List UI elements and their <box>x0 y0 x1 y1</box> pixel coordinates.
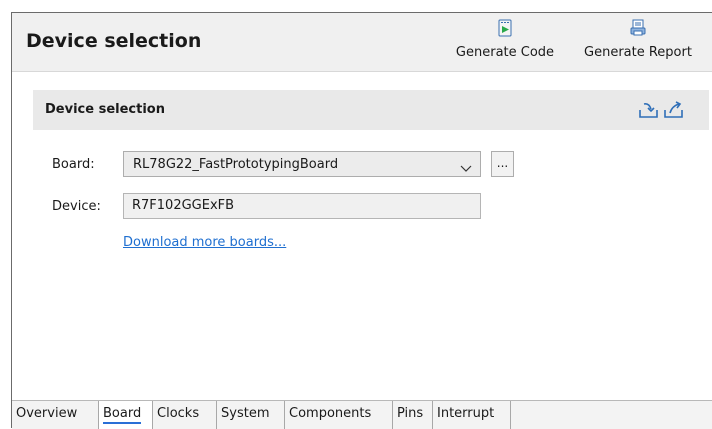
generate-code-label: Generate Code <box>455 45 555 60</box>
board-label: Board: <box>52 157 95 172</box>
tab-clocks[interactable]: Clocks <box>153 401 217 429</box>
tab-label: System <box>221 406 270 421</box>
tab-label: Overview <box>16 406 78 421</box>
tab-pins[interactable]: Pins <box>393 401 433 429</box>
browse-board-button[interactable]: ... <box>491 151 514 177</box>
page-title: Device selection <box>26 30 202 52</box>
tab-label: Interrupt <box>437 406 495 421</box>
tab-system[interactable]: System <box>217 401 285 429</box>
tab-board[interactable]: Board <box>99 401 153 429</box>
tab-label: Components <box>289 406 372 421</box>
chevron-down-icon <box>460 159 472 178</box>
device-label: Device: <box>52 199 101 214</box>
tab-interrupt[interactable]: Interrupt <box>433 401 511 429</box>
export-icon[interactable] <box>663 101 685 123</box>
editor-tab-bar: Overview Board Clocks System Components … <box>12 400 712 429</box>
board-select[interactable]: RL78G22_FastPrototypingBoard <box>123 151 481 177</box>
tab-components[interactable]: Components <box>285 401 393 429</box>
generate-report-icon <box>572 19 704 37</box>
board-select-value: RL78G22_FastPrototypingBoard <box>133 157 339 172</box>
section-title: Device selection <box>45 102 165 117</box>
tab-label: Pins <box>397 406 424 421</box>
tab-overview[interactable]: Overview <box>12 401 99 429</box>
tab-label: Clocks <box>157 406 200 421</box>
download-more-boards-link[interactable]: Download more boards... <box>123 235 286 250</box>
import-icon[interactable] <box>638 101 660 123</box>
generate-code-icon <box>448 19 562 37</box>
generate-code-button[interactable]: Generate Code <box>448 19 562 60</box>
generate-report-button[interactable]: Generate Report <box>572 19 704 60</box>
device-field[interactable]: R7F102GGExFB <box>123 193 481 219</box>
generate-report-label: Generate Report <box>584 45 692 60</box>
editor-header: Device selection Generate Code Generate … <box>12 13 712 72</box>
device-selection-section: Device selection <box>33 90 709 130</box>
device-selection-editor: Device selection Generate Code Generate … <box>11 12 712 429</box>
tab-label: Board <box>103 406 142 424</box>
